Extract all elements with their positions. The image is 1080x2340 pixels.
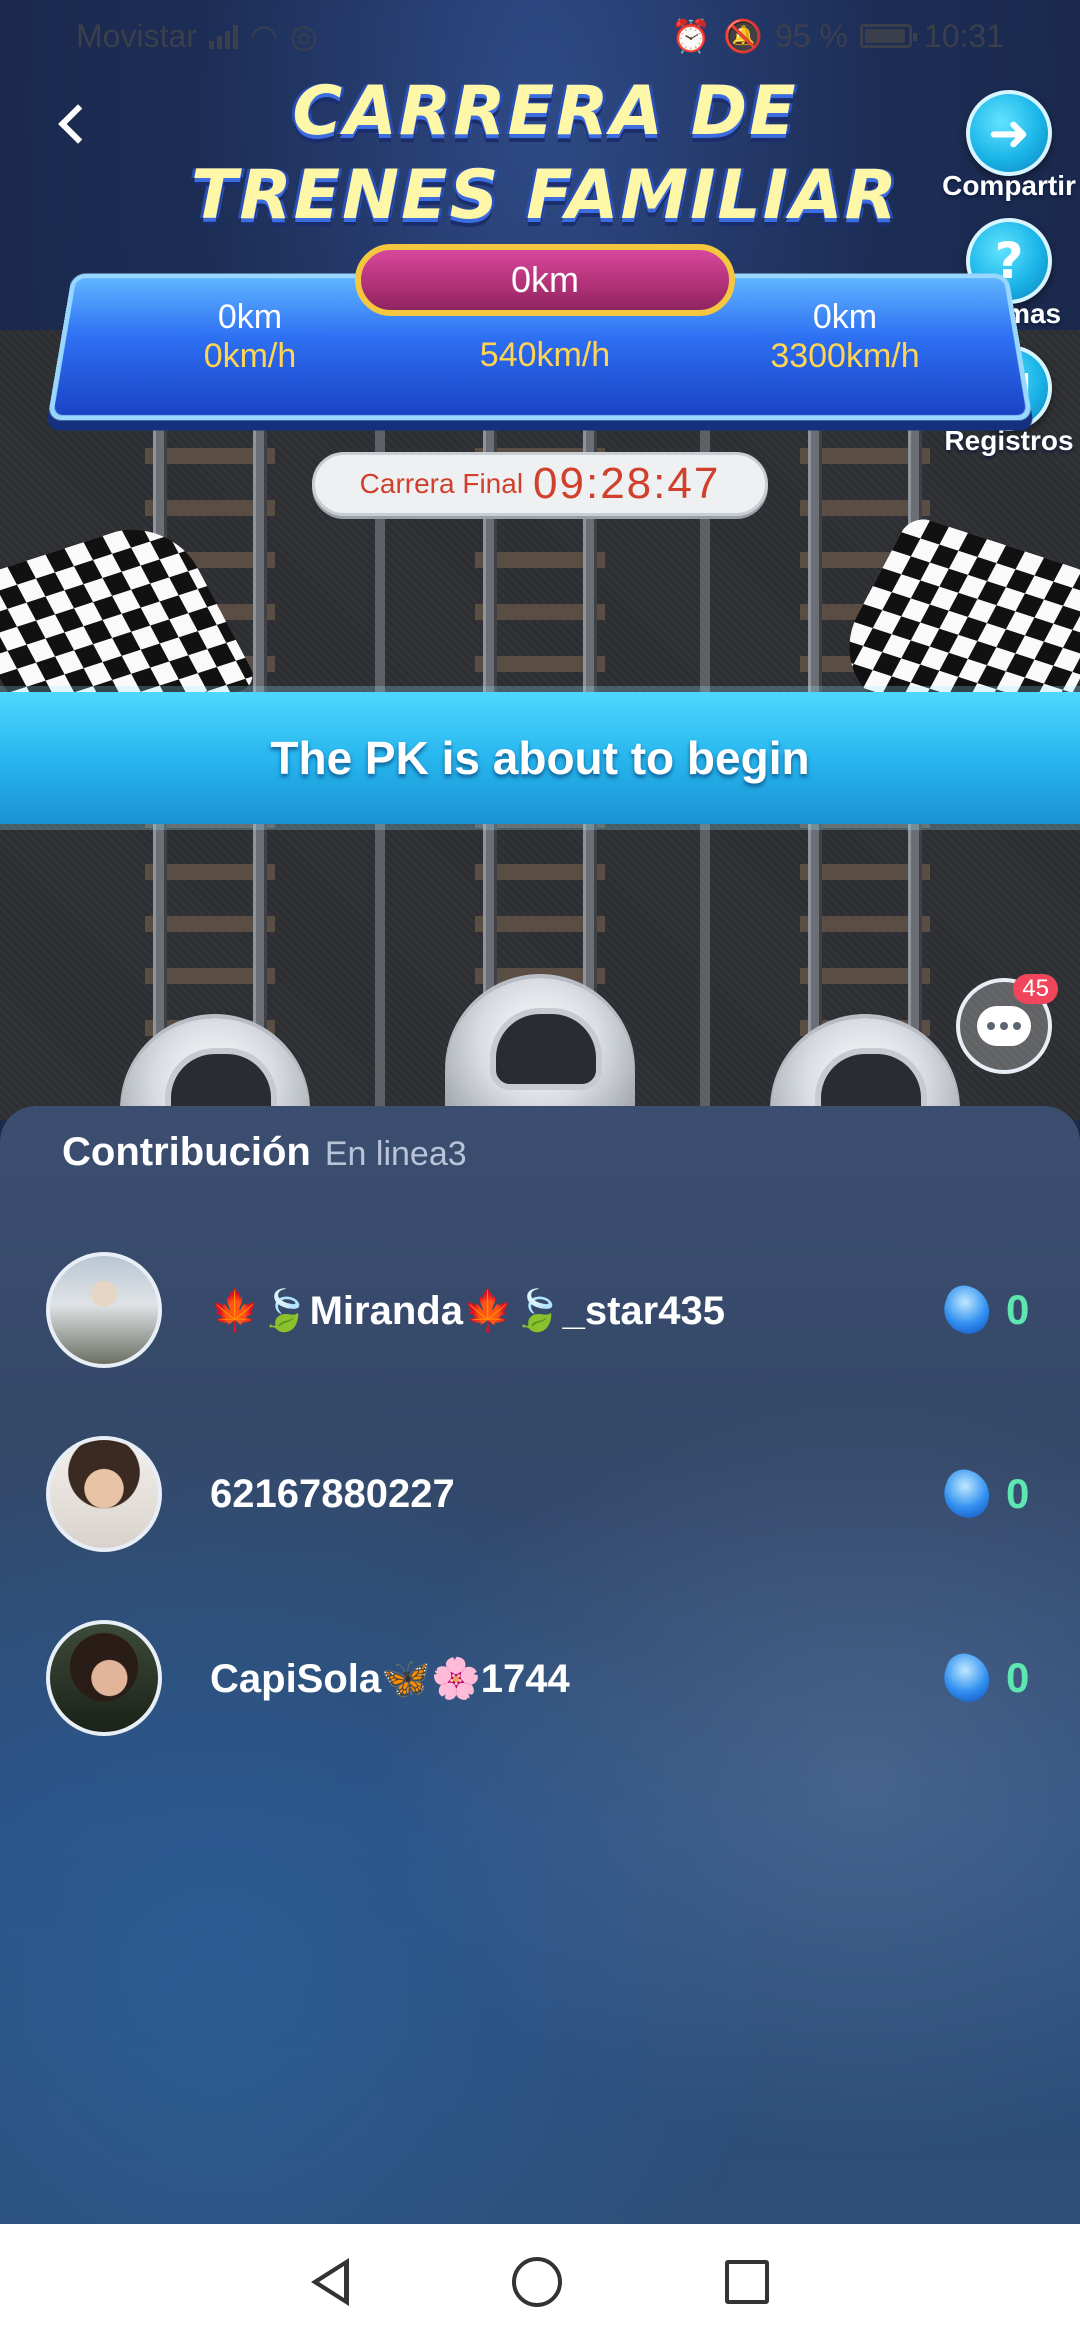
right-team-score: 0km 3300km/h — [740, 298, 950, 376]
chat-button[interactable]: 45 — [956, 974, 1058, 1074]
online-count: En linea3 — [324, 1135, 467, 1173]
user-name: CapiSola🦋🌸1744 — [210, 1656, 570, 1701]
battery-label: 95 % — [774, 17, 848, 54]
countdown: 09:28:47 — [533, 459, 721, 508]
user-name: 🍁🍃Miranda🍁🍃_star435 — [210, 1288, 725, 1333]
status-bar: Movistar ◠ ◎ ⏰ 🔕 95 % 10:31 — [0, 0, 1080, 72]
list-item[interactable]: 62167880227 0 — [46, 1434, 1046, 1554]
pk-banner-text: The PK is about to begin — [270, 732, 810, 784]
clock: 10:31 — [923, 17, 1004, 54]
contribution-header: Contribución En linea3 — [62, 1130, 467, 1175]
left-speed: 0km/h — [203, 337, 297, 375]
center-distance: 0km — [510, 259, 579, 300]
left-distance: 0km — [217, 298, 283, 336]
right-distance: 0km — [812, 298, 878, 336]
mute-icon: 🔕 — [723, 18, 763, 54]
page-title: CARRERA DE TRENES FAMILIAR — [150, 70, 940, 238]
avatar[interactable] — [46, 1252, 162, 1368]
avatar[interactable] — [46, 1620, 162, 1736]
avatar[interactable] — [46, 1436, 162, 1552]
battery-icon — [859, 24, 917, 48]
chat-bubble-icon — [977, 1006, 1031, 1046]
user-score: 0 — [1006, 1654, 1030, 1701]
alarm-icon: ⏰ — [671, 18, 712, 54]
share-arrow-icon: ➜ — [966, 90, 1052, 176]
center-speed: 540km/h — [479, 336, 611, 374]
share-label: Compartir — [942, 170, 1076, 201]
records-label: Registros — [944, 425, 1074, 456]
contribution-title: Contribución — [62, 1130, 311, 1174]
gem-icon — [937, 1648, 997, 1708]
gem-icon — [937, 1464, 997, 1524]
nav-recents-icon[interactable] — [724, 2260, 769, 2304]
list-item[interactable]: 🍁🍃Miranda🍁🍃_star435 0 — [46, 1250, 1046, 1370]
final-race-label: Carrera Final — [359, 468, 524, 499]
user-score: 0 — [1006, 1470, 1030, 1517]
pk-banner: The PK is about to begin — [0, 692, 1080, 824]
back-button[interactable] — [48, 92, 98, 156]
center-distance-pill: 0km — [355, 244, 735, 316]
right-speed: 3300km/h — [770, 337, 920, 375]
game-area: Movistar ◠ ◎ ⏰ 🔕 95 % 10:31 CARRERA DE T… — [0, 0, 1080, 1120]
carrier-label: Movistar — [76, 17, 197, 54]
left-team-score: 0km 0km/h — [160, 298, 340, 376]
signal-icon — [208, 23, 238, 49]
final-race-timer: Carrera Final 09:28:47 — [312, 452, 768, 516]
gem-icon — [937, 1280, 997, 1340]
user-score: 0 — [1006, 1286, 1030, 1333]
nav-back-icon[interactable] — [311, 2258, 350, 2306]
title-line-2: TRENES FAMILIAR — [190, 156, 900, 235]
nav-home-icon[interactable] — [511, 2257, 562, 2307]
wifi-icon: ◠ — [249, 18, 278, 54]
share-button[interactable]: ➜ Compartir — [942, 90, 1076, 202]
user-name: 62167880227 — [210, 1471, 455, 1516]
system-nav-bar — [0, 2224, 1080, 2340]
title-line-1: CARRERA DE — [292, 72, 798, 151]
chevron-left-icon — [58, 104, 98, 144]
list-item[interactable]: CapiSola🦋🌸1744 0 — [46, 1618, 1046, 1738]
chat-badge: 45 — [1013, 974, 1058, 1004]
whatsapp-icon: ◎ — [289, 18, 318, 54]
